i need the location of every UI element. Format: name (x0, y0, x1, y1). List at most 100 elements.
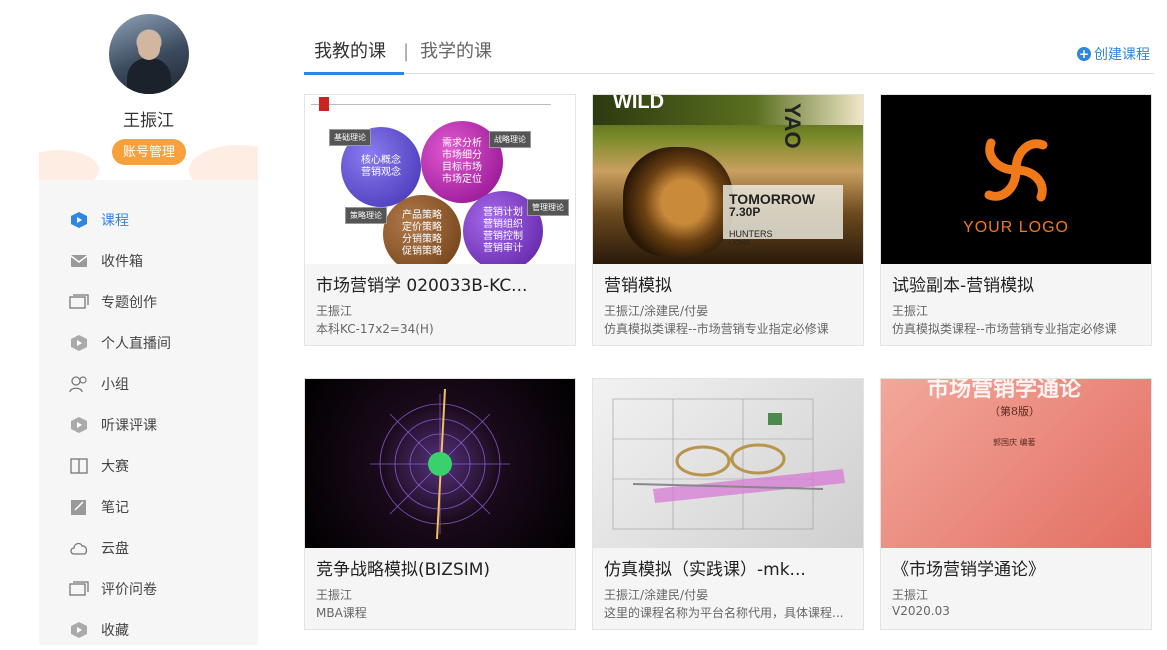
sidebar-item-group[interactable]: 小组 (39, 363, 258, 404)
course-title[interactable]: 仿真模拟（实践课）-mk... (604, 555, 854, 580)
course-desc: V2020.03 (892, 604, 950, 618)
sidebar-item-favorite[interactable]: 收藏 (39, 609, 258, 650)
decor-blob (39, 150, 99, 180)
sidebar-item-label: 评价问卷 (101, 581, 157, 598)
thumb-text: YAO (780, 103, 805, 149)
sidebar-item-label: 专题创作 (101, 294, 157, 311)
course-card[interactable]: 核心概念 营销观念 需求分析 市场细分 目标市场 市场定位 产品策略 定价策略 分销策略 促销… (304, 94, 576, 346)
sidebar-item-label: 个人直播间 (101, 335, 171, 352)
sidebar-item-course[interactable]: 课程 (39, 199, 258, 240)
course-desc: 本科KC-17x2=34(H) (316, 322, 434, 336)
favorite-icon (69, 620, 89, 640)
course-thumbnail: 市场营销学通论 （第8版） 郭国庆 编著 (881, 379, 1151, 548)
contest-icon (69, 456, 89, 476)
sidebar-nav: 课程 收件箱 专题创作 个人直播间 小组 听课评课 大赛 笔记 云盘 评价问卷 … (39, 199, 258, 650)
sidebar-item-topic[interactable]: 专题创作 (39, 281, 258, 322)
sidebar-item-label: 大赛 (101, 458, 129, 475)
blueprint-graphic (612, 398, 845, 530)
diagram-label: 策略理论 (345, 207, 387, 224)
decor-blob (189, 145, 258, 180)
thumb-text: LIONS (729, 240, 751, 247)
course-desc: 仿真模拟类课程--市场营销专业指定必修课 (892, 322, 1117, 336)
group-icon (69, 374, 89, 394)
main-content: 我教的课 | 我学的课 + 创建课程 核心概念 营销观念 需求分析 市场细分 目标市场… (304, 0, 1154, 645)
thumb-text: 7.30P (729, 205, 761, 219)
tab-active-underline (304, 72, 404, 75)
sidebar-item-survey[interactable]: 评价问卷 (39, 568, 258, 609)
tab-learn[interactable]: 我学的课 (420, 38, 492, 66)
course-title[interactable]: 竞争战略模拟(BIZSIM) (316, 555, 566, 580)
course-teacher: 王振江 (892, 588, 929, 602)
live-icon (69, 333, 89, 353)
thumb-text: WILD (613, 95, 665, 113)
create-course-label: 创建课程 (1094, 47, 1150, 63)
course-thumbnail (593, 379, 863, 548)
course-teacher: 王振江 (892, 304, 929, 318)
sidebar-item-label: 听课评课 (101, 417, 157, 434)
course-teacher: 王振江/涂建民/付晏 (604, 588, 709, 602)
course-icon (69, 210, 89, 230)
profile-panel: 王振江 账号管理 (39, 0, 258, 180)
avatar-suit (127, 58, 171, 94)
thumb-text: HUNTERS (729, 229, 773, 239)
course-thumbnail (305, 379, 575, 548)
course-card[interactable]: 仿真模拟（实践课）-mk... 王振江/涂建民/付晏 这里的课程名称为平台名称代… (592, 378, 864, 630)
survey-icon (69, 579, 89, 599)
tab-teach[interactable]: 我教的课 (314, 38, 386, 66)
thumb-header-line (311, 95, 551, 105)
sidebar-item-contest[interactable]: 大赛 (39, 445, 258, 486)
radial-burst-graphic (370, 389, 510, 539)
course-card[interactable]: 竞争战略模拟(BIZSIM) 王振江 MBA课程 (304, 378, 576, 630)
tab-separator: | (403, 41, 410, 62)
course-teacher: 王振江 (316, 304, 353, 318)
course-desc: MBA课程 (316, 606, 367, 620)
diagram-bubble: 产品策略 定价策略 分销策略 促销策略 (383, 195, 461, 264)
book-author: 郭国庆 编著 (993, 438, 1036, 447)
course-thumbnail: WILD YAO TOMORROW 7.30P HUNTERS LIONS (593, 95, 863, 264)
logo-text: YOUR LOGO (963, 219, 1069, 236)
sidebar-item-label: 课程 (101, 212, 129, 229)
sidebar-item-label: 笔记 (101, 499, 129, 516)
sidebar-item-live[interactable]: 个人直播间 (39, 322, 258, 363)
note-icon (69, 497, 89, 517)
course-thumbnail: YOUR LOGO (881, 95, 1151, 264)
avatar-face (138, 32, 160, 60)
inbox-icon (69, 251, 89, 271)
sidebar: 王振江 账号管理 课程 收件箱 专题创作 个人直播间 小组 听课评课 大赛 笔记… (39, 0, 258, 645)
book-title: 市场营销学通论 (927, 379, 1082, 402)
cloud-icon (69, 538, 89, 558)
account-manage-button[interactable]: 账号管理 (112, 139, 186, 165)
course-teacher: 王振江/涂建民/付晏 (604, 304, 709, 318)
sidebar-item-review[interactable]: 听课评课 (39, 404, 258, 445)
create-course-button[interactable]: + 创建课程 (1077, 44, 1150, 64)
course-card[interactable]: WILD YAO TOMORROW 7.30P HUNTERS LIONS 营销… (592, 94, 864, 346)
sidebar-item-label: 云盘 (101, 540, 129, 557)
course-tabs: 我教的课 | 我学的课 + 创建课程 (304, 38, 1154, 75)
sidebar-item-cloud[interactable]: 云盘 (39, 527, 258, 568)
course-title[interactable]: 营销模拟 (604, 271, 854, 296)
avatar[interactable] (109, 14, 189, 94)
course-thumbnail: 核心概念 营销观念 需求分析 市场细分 目标市场 市场定位 产品策略 定价策略 分销策略 促销… (305, 95, 575, 264)
course-card[interactable]: 市场营销学通论 （第8版） 郭国庆 编著 《市场营销学通论》 王振江 V2020… (880, 378, 1152, 630)
course-card[interactable]: YOUR LOGO 试验副本-营销模拟 王振江 仿真模拟类课程--市场营销专业指… (880, 94, 1152, 346)
diagram-label: 战略理论 (489, 131, 531, 148)
sidebar-item-label: 收藏 (101, 622, 129, 639)
book-edition: （第8版） (989, 405, 1040, 418)
sidebar-item-inbox[interactable]: 收件箱 (39, 240, 258, 281)
thumb-header-mark (319, 97, 329, 111)
sidebar-item-label: 收件箱 (101, 253, 143, 270)
diagram-label: 管理理论 (527, 199, 569, 216)
topic-icon (69, 292, 89, 312)
logo-swirl-icon (984, 138, 1048, 202)
course-desc: 这里的课程名称为平台名称代用，具体课程... (604, 606, 844, 620)
course-desc: 仿真模拟类课程--市场营销专业指定必修课 (604, 322, 829, 336)
review-icon (69, 415, 89, 435)
diagram-label: 基础理论 (329, 129, 371, 146)
plus-circle-icon: + (1077, 47, 1091, 61)
sidebar-item-note[interactable]: 笔记 (39, 486, 258, 527)
course-title[interactable]: 试验副本-营销模拟 (892, 271, 1142, 296)
user-name: 王振江 (123, 111, 174, 131)
course-title[interactable]: 《市场营销学通论》 (892, 555, 1142, 580)
course-title[interactable]: 市场营销学 020033B-KC... (316, 271, 566, 296)
course-teacher: 王振江 (316, 588, 353, 602)
